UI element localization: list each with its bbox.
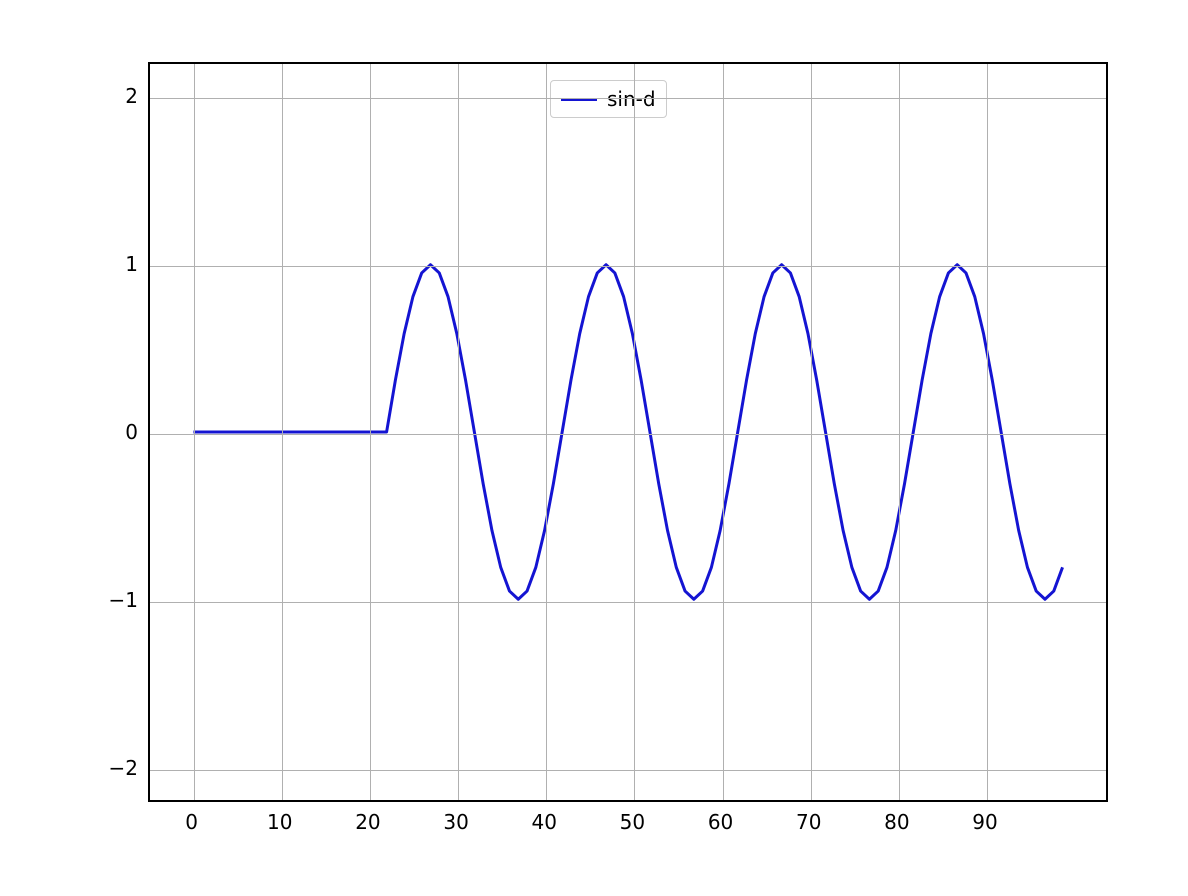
grid-line <box>899 64 900 800</box>
figure: sin-d 0 10 20 30 40 50 60 70 80 90 −2 −1 0 1 2 <box>0 0 1188 896</box>
series-line <box>193 265 1062 600</box>
x-tick-label: 40 <box>532 810 557 834</box>
grid-line <box>370 64 371 800</box>
grid-line <box>150 602 1106 603</box>
legend: sin-d <box>550 80 667 118</box>
grid-line <box>987 64 988 800</box>
y-tick-label: 2 <box>125 84 138 108</box>
grid-line <box>150 266 1106 267</box>
y-tick-label: −2 <box>109 756 138 780</box>
legend-label: sin-d <box>607 87 656 111</box>
x-tick-label: 10 <box>267 810 292 834</box>
x-tick-label: 90 <box>972 810 997 834</box>
x-tick-label: 50 <box>620 810 645 834</box>
x-tick-label: 70 <box>796 810 821 834</box>
grid-line <box>634 64 635 800</box>
plot-axes: sin-d <box>148 62 1108 802</box>
grid-line <box>150 770 1106 771</box>
grid-line <box>150 434 1106 435</box>
grid-line <box>723 64 724 800</box>
x-tick-label: 80 <box>884 810 909 834</box>
grid-line <box>194 64 195 800</box>
y-tick-label: −1 <box>109 588 138 612</box>
plot-canvas <box>150 64 1106 800</box>
x-tick-label: 60 <box>708 810 733 834</box>
x-tick-label: 30 <box>443 810 468 834</box>
y-tick-label: 1 <box>125 252 138 276</box>
y-tick-label: 0 <box>125 420 138 444</box>
grid-line <box>811 64 812 800</box>
grid-line <box>282 64 283 800</box>
grid-line <box>150 98 1106 99</box>
grid-line <box>458 64 459 800</box>
x-tick-label: 0 <box>185 810 198 834</box>
grid-line <box>546 64 547 800</box>
x-tick-label: 20 <box>355 810 380 834</box>
